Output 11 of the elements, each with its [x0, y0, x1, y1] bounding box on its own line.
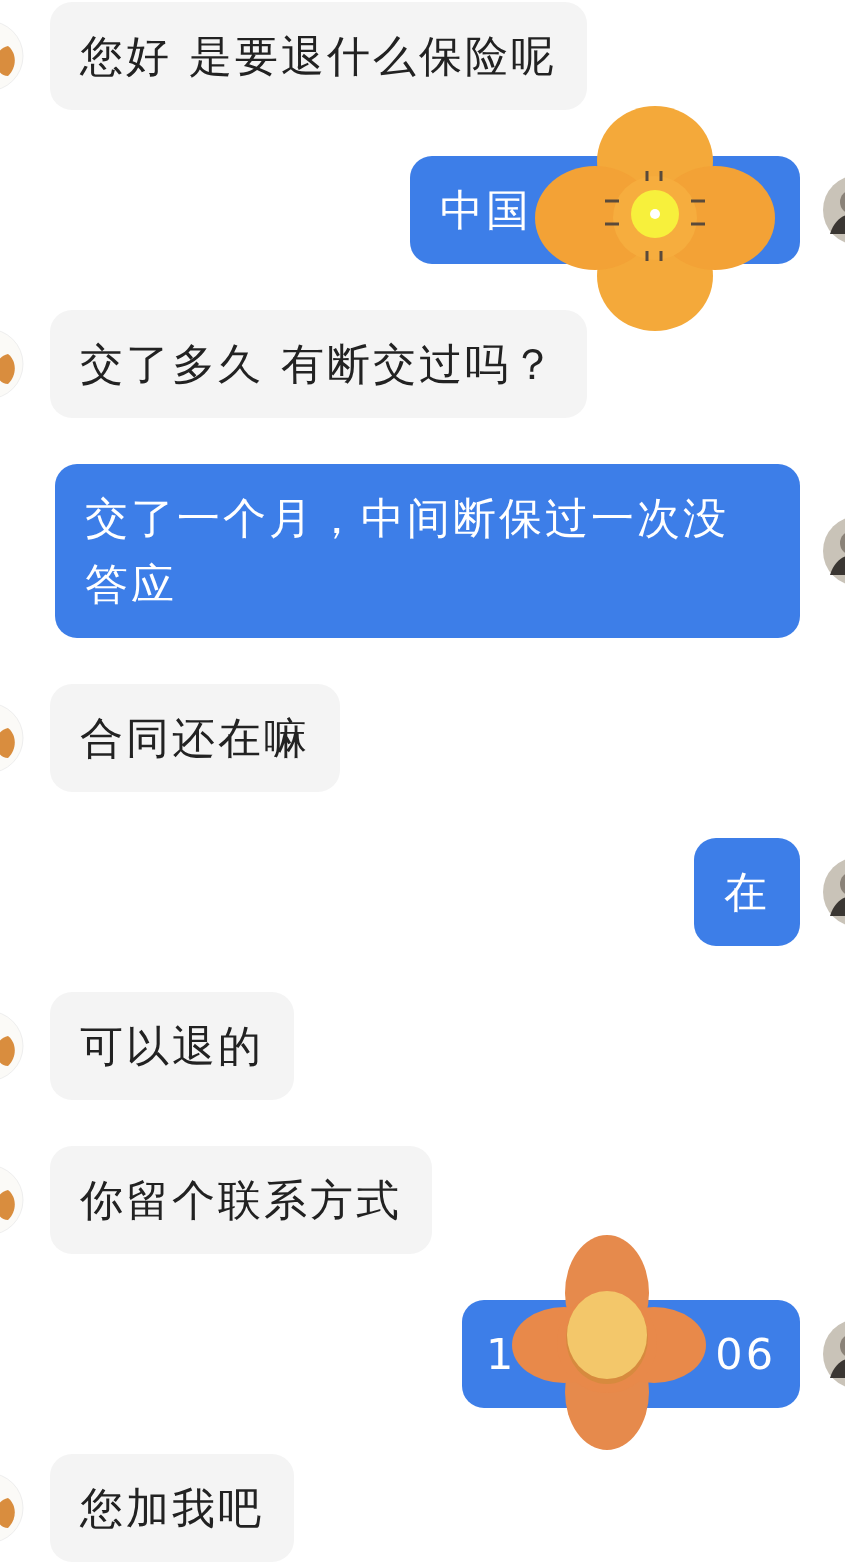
message-text: 你留个联系方式 [80, 1174, 402, 1227]
message-text: 合同还在嘛 [80, 712, 310, 765]
message-text: 交了多久 有断交过吗？ [80, 338, 557, 391]
message-text: 您好 是要退什么保险呢 [80, 30, 557, 83]
message-text: 中国 [440, 184, 532, 237]
message-text: 您加我吧 [80, 1482, 264, 1535]
message-text: 1 [486, 1328, 517, 1381]
message-text: 交了一个月，中间断保过一次没答应 [85, 492, 730, 611]
message-text: 可以退的 [80, 1020, 264, 1073]
message-text: 06 [715, 1328, 776, 1381]
message-text: 在 [724, 866, 770, 919]
